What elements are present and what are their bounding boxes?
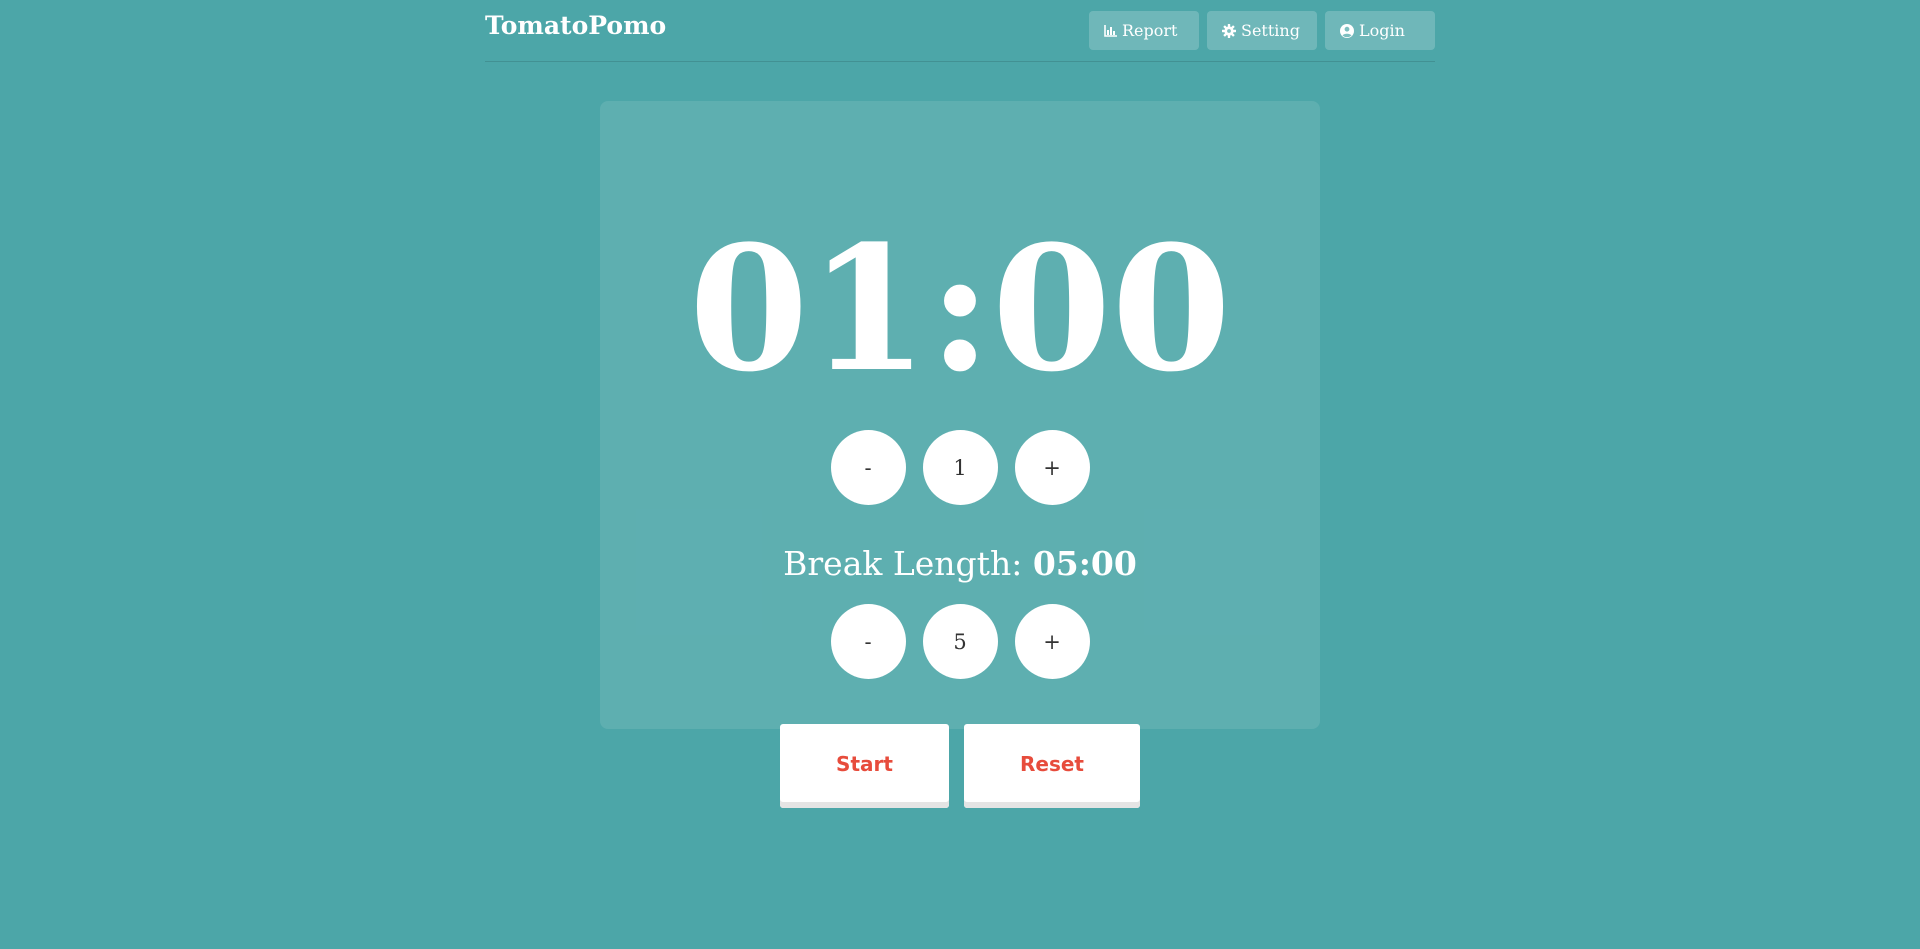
login-button-label: Login — [1359, 21, 1405, 40]
report-button-label: Report — [1122, 21, 1178, 40]
break-decrement-button[interactable]: - — [830, 604, 906, 679]
app-header: TomatoPomo Report Setting Login — [485, 0, 1435, 62]
timer-display: 01:00 — [688, 207, 1232, 410]
timer-actions: Start Reset — [600, 724, 1320, 808]
report-button[interactable]: Report — [1089, 11, 1199, 50]
reset-button[interactable]: Reset — [964, 724, 1140, 808]
session-decrement-button[interactable]: - — [830, 430, 906, 505]
brand-logo[interactable]: TomatoPomo — [485, 11, 666, 41]
break-length-heading: Break Length: 05:00 — [600, 542, 1320, 586]
break-length-display: 05:00 — [1032, 544, 1137, 583]
break-length-label: Break Length: — [783, 544, 1033, 583]
gear-icon — [1222, 23, 1236, 38]
break-length-value: 5 — [922, 604, 998, 679]
user-circle-icon — [1340, 23, 1354, 38]
header-nav: Report Setting Login — [1089, 11, 1435, 50]
setting-button[interactable]: Setting — [1207, 11, 1317, 50]
break-length-controls: - 5 + — [600, 604, 1320, 679]
start-button[interactable]: Start — [780, 724, 949, 808]
session-length-value: 1 — [922, 430, 998, 505]
login-button[interactable]: Login — [1325, 11, 1435, 50]
session-length-controls: - 1 + — [600, 430, 1320, 505]
timer-card: 01:00 - 1 + Break Length: 05:00 - 5 + St… — [600, 101, 1320, 808]
bar-chart-icon — [1104, 24, 1117, 37]
setting-button-label: Setting — [1241, 21, 1300, 40]
session-increment-button[interactable]: + — [1014, 430, 1090, 505]
break-increment-button[interactable]: + — [1014, 604, 1090, 679]
